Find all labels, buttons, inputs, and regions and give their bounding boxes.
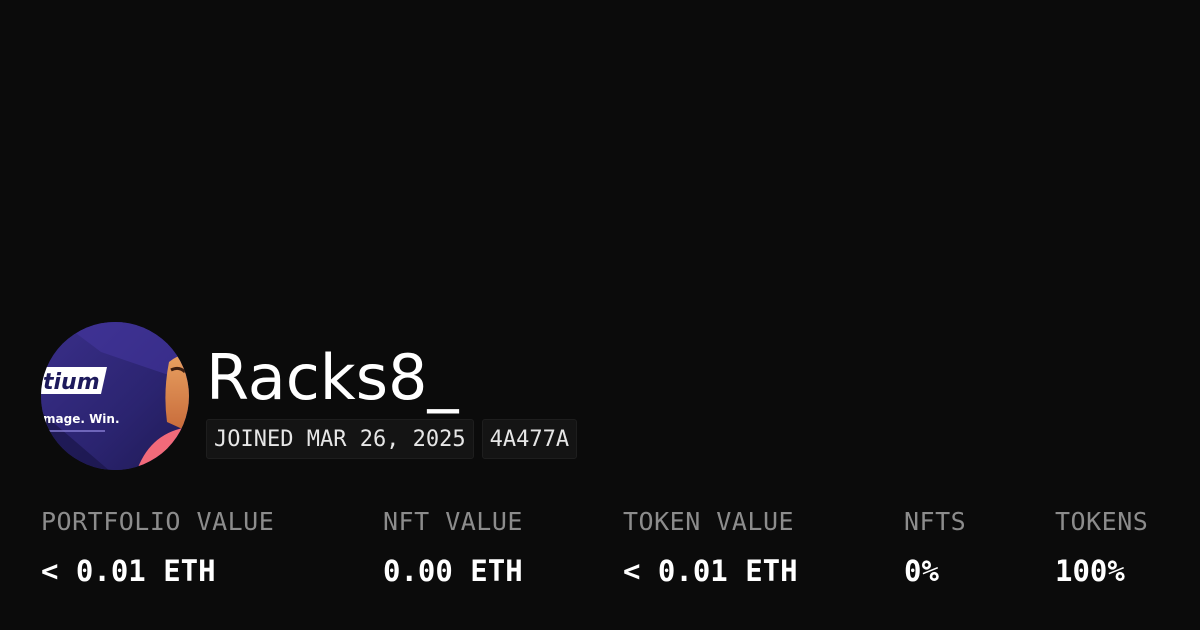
stat-tokens-share: TOKENS 100% [1055,505,1148,588]
stat-value: 0% [904,554,939,588]
stat-value: 100% [1055,554,1125,588]
stat-value: < 0.01 ETH [623,554,798,588]
stat-value: < 0.01 ETH [41,554,216,588]
stat-nft-value: NFT VALUE 0.00 ETH [383,505,523,588]
username: Racks8_ [206,341,459,414]
badge-row: JOINED MAR 26, 2025 4A477A [206,419,578,459]
profile-card: tium mage. Win. Racks8_ JOINED MAR 26, 2… [0,0,1200,630]
id-badge: 4A477A [481,419,578,459]
stat-portfolio-value: PORTFOLIO VALUE < 0.01 ETH [41,505,274,588]
stat-label: TOKENS [1055,507,1149,536]
avatar-text-bottom: mage. Win. [43,412,120,426]
stat-label: TOKEN VALUE [623,507,795,536]
stat-label: PORTFOLIO VALUE [41,507,275,536]
avatar: tium mage. Win. [41,322,189,470]
stat-label: NFT VALUE [383,507,523,536]
stat-label: NFTS [904,507,967,536]
stat-token-value: TOKEN VALUE < 0.01 ETH [623,505,798,588]
joined-date-badge: JOINED MAR 26, 2025 [206,419,474,459]
stat-value: 0.00 ETH [383,554,523,588]
avatar-image: tium mage. Win. [41,322,189,470]
avatar-text-top: tium [43,370,100,395]
stat-nfts-share: NFTS 0% [904,505,966,588]
